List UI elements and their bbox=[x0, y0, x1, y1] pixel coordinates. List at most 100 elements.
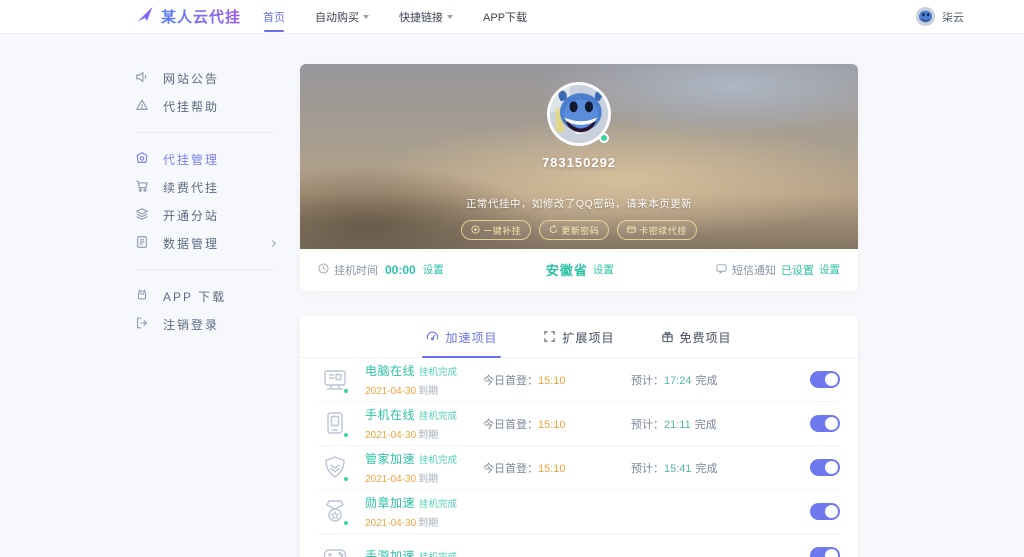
tab-free-projects[interactable]: 免费项目 bbox=[661, 329, 732, 357]
status-dot bbox=[343, 431, 349, 438]
hang-time-group: 挂机时间 00:00 设置 bbox=[318, 262, 444, 278]
user-menu[interactable]: 柒云 bbox=[916, 7, 964, 26]
project-title: 电脑在线 bbox=[365, 364, 416, 378]
gamepad-icon bbox=[318, 541, 352, 557]
nav-home[interactable]: 首页 bbox=[263, 0, 285, 34]
project-list: 电脑在线 挂机完成 2021-04-30 到期 今日首登：15:10 预计：17:2… bbox=[300, 358, 858, 557]
sidebar-item-substation[interactable]: 开通分站 bbox=[135, 201, 275, 229]
expire-date: 2021-04-30 bbox=[365, 518, 417, 529]
speaker-icon bbox=[135, 70, 149, 87]
eta-col: 预计：15:41 完成 bbox=[631, 462, 718, 475]
chevron-right-icon bbox=[268, 239, 277, 247]
tab-extension-projects[interactable]: 扩展项目 bbox=[543, 329, 614, 357]
profile-banner: 783150292 正常代挂中，如修改了QQ密码，请来本页更新 一键补挂 更新密… bbox=[300, 64, 858, 249]
user-avatar bbox=[916, 7, 935, 26]
expire-date: 2021-04-30 bbox=[365, 430, 417, 441]
expire-date: 2021-04-30 bbox=[365, 386, 417, 397]
logo-text: 某人云代挂 bbox=[161, 6, 241, 27]
android-icon bbox=[135, 288, 149, 305]
sidebar-item-manage[interactable]: 代挂管理 bbox=[135, 145, 275, 173]
project-status-tag: 挂机完成 bbox=[419, 455, 458, 466]
profile-card: 783150292 正常代挂中，如修改了QQ密码，请来本页更新 一键补挂 更新密… bbox=[300, 64, 858, 291]
online-status-dot bbox=[599, 133, 609, 143]
warning-icon bbox=[135, 98, 149, 115]
first-login-col: 今日首登：15:10 bbox=[483, 462, 566, 475]
region-value: 安徽省 bbox=[545, 263, 588, 278]
region-set-link[interactable]: 设置 bbox=[593, 262, 614, 277]
region-group: 安徽省 设置 bbox=[546, 260, 614, 279]
project-row-pc: 电脑在线 挂机完成 2021-04-30 到期 今日首登：15:10 预计：17:2… bbox=[318, 358, 840, 402]
project-row-mobile: 手机在线 挂机完成 2021-04-30 到期 今日首登：15:10 预计：21:1… bbox=[318, 402, 840, 446]
gauge-icon bbox=[426, 330, 439, 346]
rocket-icon bbox=[135, 4, 155, 29]
target-icon bbox=[471, 224, 480, 236]
layers-icon bbox=[135, 207, 149, 224]
refresh-icon bbox=[549, 224, 558, 236]
tab-speed-projects[interactable]: 加速项目 bbox=[422, 329, 502, 358]
rehang-button[interactable]: 一键补挂 bbox=[461, 220, 532, 240]
chevron-down-icon bbox=[363, 15, 370, 19]
project-title: 手游加速 bbox=[365, 549, 416, 557]
nav-auto-buy[interactable]: 自动购买 bbox=[315, 0, 370, 34]
card-renew-button[interactable]: 卡密续代挂 bbox=[617, 220, 697, 240]
sidebar-item-renew[interactable]: 续费代挂 bbox=[135, 173, 275, 201]
username-label: 柒云 bbox=[942, 11, 964, 24]
project-tabs: 加速项目 扩展项目 免费项目 bbox=[300, 316, 858, 358]
project-title: 勋章加速 bbox=[365, 496, 416, 510]
nav-quick-links[interactable]: 快捷链接 bbox=[399, 0, 454, 34]
shield-icon bbox=[318, 453, 352, 483]
sidebar-item-data[interactable]: 数据管理 bbox=[135, 229, 277, 257]
sidebar-item-app-download[interactable]: APP 下载 bbox=[135, 282, 275, 310]
eta-col: 预计：21:11 完成 bbox=[631, 418, 717, 431]
project-status-tag: 挂机完成 bbox=[419, 499, 458, 510]
first-login-col: 今日首登：15:10 bbox=[483, 418, 566, 431]
hang-time-set-link[interactable]: 设置 bbox=[423, 262, 444, 277]
app-logo[interactable]: 某人云代挂 bbox=[135, 4, 241, 29]
eta-col: 预计：17:24 完成 bbox=[631, 374, 718, 387]
project-title: 管家加速 bbox=[365, 452, 416, 466]
project-status-tag: 挂机完成 bbox=[419, 411, 458, 422]
cart-icon bbox=[135, 179, 149, 196]
message-icon bbox=[716, 263, 727, 277]
project-row-game: 手游加速挂机完成 bbox=[318, 534, 840, 557]
sms-status: 已设置 bbox=[781, 264, 814, 277]
divider bbox=[135, 269, 275, 270]
sidebar-item-announcements[interactable]: 网站公告 bbox=[135, 64, 275, 92]
expand-icon bbox=[543, 330, 556, 346]
monitor-icon bbox=[318, 365, 352, 395]
project-row-medal: 勋章加速 挂机完成 2021-04-30 到期 bbox=[318, 490, 840, 534]
gift-icon bbox=[661, 330, 674, 346]
project-toggle[interactable] bbox=[810, 503, 840, 520]
project-toggle[interactable] bbox=[810, 371, 840, 388]
clock-icon bbox=[318, 262, 329, 277]
projects-card: 加速项目 扩展项目 免费项目 电脑在线 挂机完成 2021-04-30 到期 今… bbox=[300, 316, 858, 557]
top-header: 某人云代挂 首页 自动购买 快捷链接 APP下载 柒云 bbox=[0, 0, 1024, 34]
expire-date: 2021-04-30 bbox=[365, 474, 417, 485]
sidebar-item-help[interactable]: 代挂帮助 bbox=[135, 92, 275, 120]
project-title: 手机在线 bbox=[365, 408, 416, 422]
status-dot bbox=[343, 387, 349, 394]
nav-app-download[interactable]: APP下载 bbox=[483, 0, 527, 34]
project-row-guard: 管家加速 挂机完成 2021-04-30 到期 今日首登：15:10 预计：15:4… bbox=[318, 446, 840, 490]
logout-icon bbox=[135, 316, 149, 333]
hang-time-value: 00:00 bbox=[385, 262, 416, 277]
sms-group: 短信通知 已设置 设置 bbox=[716, 262, 840, 278]
project-toggle[interactable] bbox=[810, 459, 840, 476]
banner-actions: 一键补挂 更新密码 卡密续代挂 bbox=[461, 220, 697, 240]
chevron-down-icon bbox=[447, 15, 454, 19]
update-password-button[interactable]: 更新密码 bbox=[539, 220, 610, 240]
project-status-tag: 挂机完成 bbox=[419, 549, 457, 557]
project-status-tag: 挂机完成 bbox=[419, 367, 458, 378]
medal-icon bbox=[318, 497, 352, 527]
shield-home-icon bbox=[135, 151, 149, 168]
sms-set-link[interactable]: 设置 bbox=[819, 262, 840, 277]
sidebar: 网站公告 代挂帮助 代挂管理 续费代挂 开通分站 数据管理 APP 下载 注销登… bbox=[135, 64, 277, 557]
phone-icon bbox=[318, 409, 352, 439]
project-toggle[interactable] bbox=[810, 415, 840, 432]
divider bbox=[135, 132, 275, 133]
hang-status-text: 正常代挂中，如修改了QQ密码，请来本页更新 bbox=[465, 198, 693, 210]
sidebar-item-logout[interactable]: 注销登录 bbox=[135, 310, 275, 338]
project-toggle[interactable] bbox=[810, 547, 840, 557]
main-content: 783150292 正常代挂中，如修改了QQ密码，请来本页更新 一键补挂 更新密… bbox=[300, 64, 858, 557]
qq-number: 783150292 bbox=[541, 155, 617, 170]
